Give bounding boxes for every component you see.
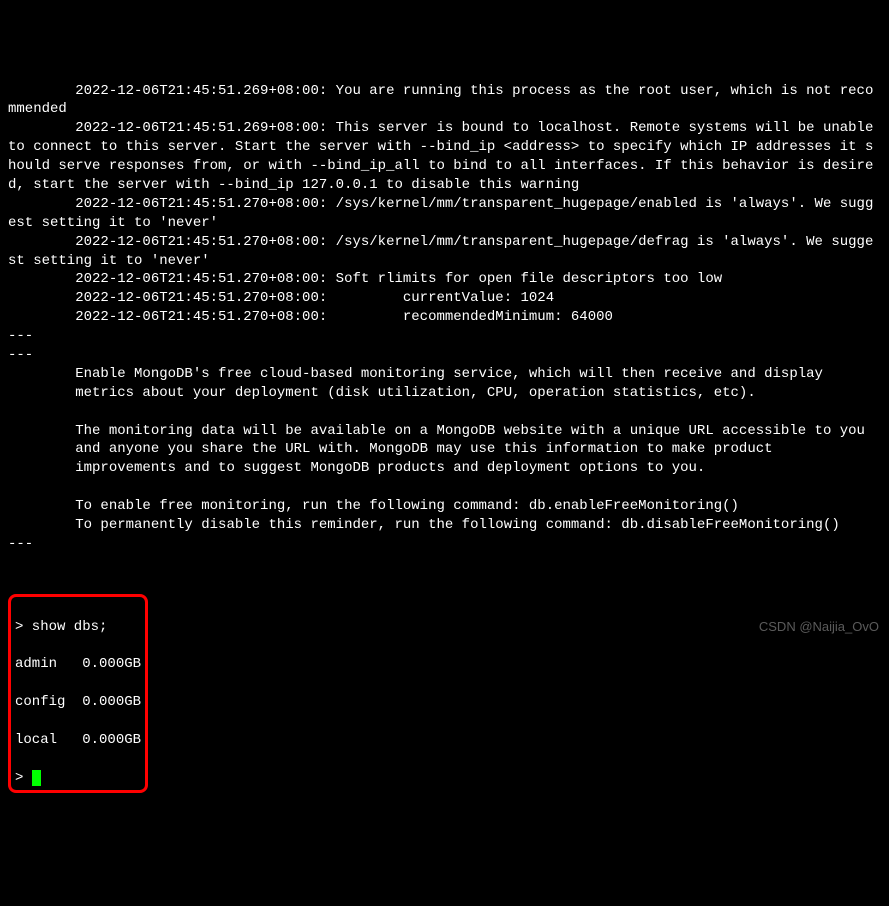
shell-prompt[interactable]: > (15, 770, 32, 786)
db-result-row: config 0.000GB (15, 693, 141, 712)
watermark-text: CSDN @Naijia_OvO (759, 618, 879, 636)
highlighted-command-box: > show dbs; admin 0.000GB config 0.000GB… (8, 594, 148, 793)
db-result-row: local 0.000GB (15, 731, 141, 750)
cursor-icon (32, 770, 41, 786)
db-result-row: admin 0.000GB (15, 655, 141, 674)
shell-command[interactable]: > show dbs; (15, 618, 141, 637)
terminal-output: 2022-12-06T21:45:51.269+08:00: You are r… (8, 82, 881, 554)
